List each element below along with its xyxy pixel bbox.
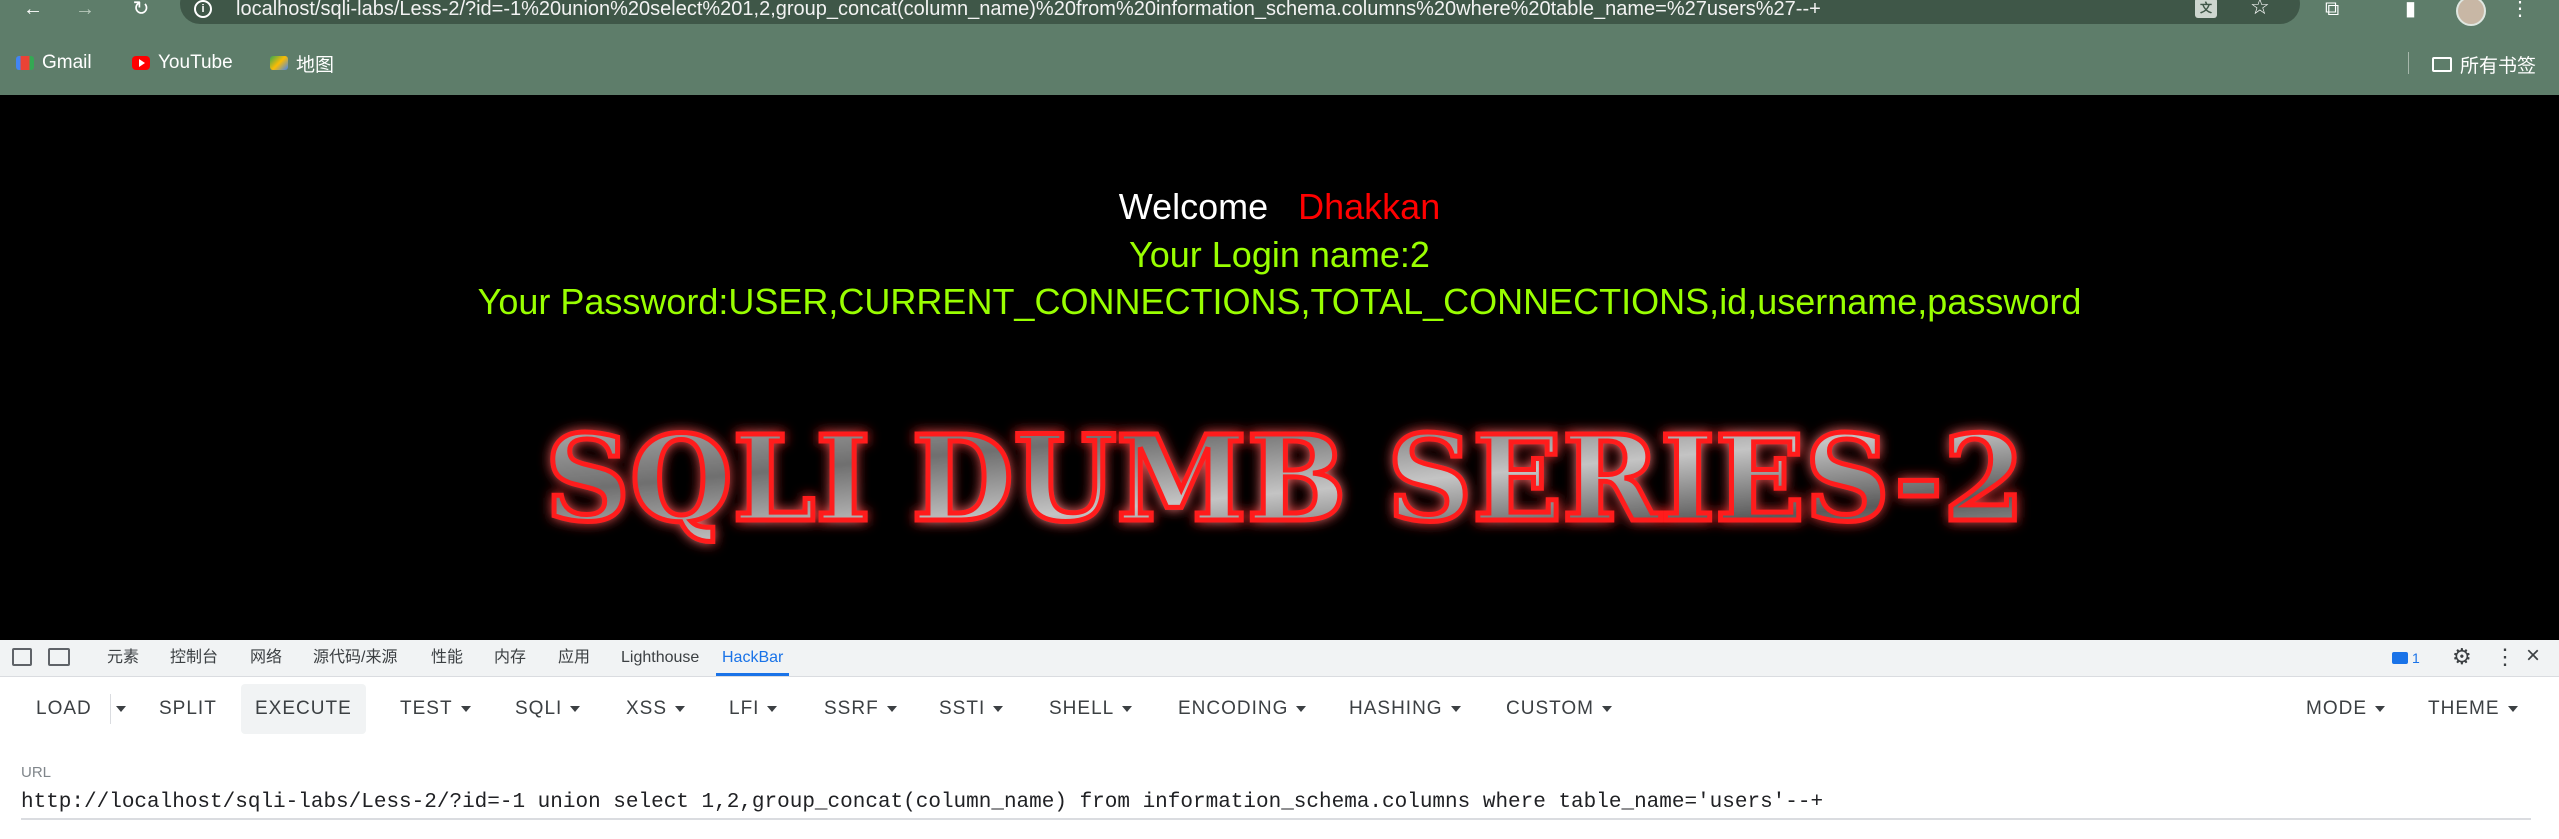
welcome-name: Dhakkan: [1298, 186, 1441, 227]
execute-button[interactable]: EXECUTE: [241, 684, 366, 734]
address-row: ← → ↻ i localhost/sqli-labs/Less-2/?id=-…: [0, 0, 2559, 26]
mode-menu[interactable]: MODE: [2302, 684, 2389, 734]
bookmark-label: 地图: [296, 54, 335, 76]
load-button[interactable]: LOAD: [32, 684, 96, 734]
banner-text: SQLI DUMB SERIES-2: [545, 409, 2025, 548]
extensions-icon[interactable]: ⧉: [2325, 0, 2339, 19]
welcome-label: Welcome: [1118, 186, 1269, 227]
login-name-result: Your Login name:2: [1129, 234, 1430, 275]
password-result: Your Password:USER,CURRENT_CONNECTIONS,T…: [477, 281, 2082, 322]
sqli-dumb-series-banner: SQLI DUMB SERIES-2: [543, 407, 2028, 551]
bookmarks-divider: [2408, 52, 2409, 74]
inspect-element-icon[interactable]: [12, 648, 32, 666]
shell-menu[interactable]: SHELL: [1045, 684, 1136, 734]
tab-performance[interactable]: 性能: [431, 640, 463, 676]
hackbar-toolbar: LOAD SPLIT EXECUTE TEST SQLI XSS LFI SSR…: [0, 684, 2559, 736]
load-dropdown-icon[interactable]: [116, 706, 126, 712]
bookmark-maps[interactable]: 地图: [270, 50, 334, 76]
tab-application[interactable]: 应用: [558, 640, 590, 676]
custom-menu[interactable]: CUSTOM: [1502, 684, 1616, 734]
device-toolbar-icon[interactable]: [48, 648, 70, 666]
devtools-tabbar: 元素 控制台 网络 源代码/来源 性能 内存 应用 Lighthouse Hac…: [0, 640, 2559, 677]
devtools-menu-icon[interactable]: ⋮: [2494, 646, 2516, 668]
translate-icon[interactable]: 文: [2195, 0, 2217, 18]
sqli-menu[interactable]: SQLI: [511, 684, 584, 734]
arrow-right-icon: →: [75, 0, 95, 20]
side-panel-icon[interactable]: ▮: [2405, 0, 2416, 19]
load-divider: [110, 694, 111, 724]
bookmark-gmail[interactable]: Gmail: [16, 50, 92, 76]
tab-elements[interactable]: 元素: [107, 640, 139, 676]
bookmark-label: YouTube: [158, 52, 233, 73]
tab-network[interactable]: 网络: [250, 640, 282, 676]
theme-menu[interactable]: THEME: [2424, 684, 2522, 734]
tab-console[interactable]: 控制台: [170, 640, 218, 676]
site-info-icon[interactable]: i: [194, 0, 212, 18]
profile-avatar[interactable]: [2456, 0, 2486, 26]
bookmark-label: Gmail: [42, 52, 92, 73]
gmail-icon: [16, 56, 34, 70]
all-bookmarks-button[interactable]: 所有书签: [2432, 50, 2536, 78]
tab-lighthouse[interactable]: Lighthouse: [621, 640, 699, 676]
all-bookmarks-label: 所有书签: [2460, 55, 2537, 77]
ssrf-menu[interactable]: SSRF: [820, 684, 901, 734]
welcome-line: Welcome Dhakkan: [0, 185, 2559, 229]
arrow-left-icon: ←: [23, 0, 43, 20]
tab-memory[interactable]: 内存: [494, 640, 526, 676]
address-bar-url[interactable]: localhost/sqli-labs/Less-2/?id=-1%20unio…: [236, 0, 1821, 20]
issues-badge[interactable]: 1: [2392, 649, 2420, 667]
hashing-menu[interactable]: HASHING: [1345, 684, 1465, 734]
tab-hackbar[interactable]: HackBar: [716, 640, 790, 676]
browser-menu-icon[interactable]: ⋮: [2510, 0, 2530, 19]
maps-icon: [270, 56, 288, 70]
folder-icon: [2432, 56, 2452, 72]
ssti-menu[interactable]: SSTI: [935, 684, 1007, 734]
address-bar[interactable]: i localhost/sqli-labs/Less-2/?id=-1%20un…: [180, 0, 2300, 24]
issues-count: 1: [2412, 650, 2420, 666]
test-menu[interactable]: TEST: [396, 684, 475, 734]
forward-button[interactable]: →: [70, 0, 100, 22]
url-label: URL: [21, 764, 52, 781]
split-button[interactable]: SPLIT: [155, 684, 221, 734]
settings-gear-icon[interactable]: ⚙: [2452, 646, 2472, 668]
youtube-icon: [132, 56, 150, 70]
tab-sources[interactable]: 源代码/来源: [313, 640, 397, 676]
bookmarks-bar: Gmail YouTube 地图: [0, 48, 2559, 80]
devtools-panel: 元素 控制台 网络 源代码/来源 性能 内存 应用 Lighthouse Hac…: [0, 640, 2559, 839]
browser-chrome: ← → ↻ i localhost/sqli-labs/Less-2/?id=-…: [0, 0, 2559, 95]
hackbar-url-input[interactable]: http://localhost/sqli-labs/Less-2/?id=-1…: [21, 790, 2531, 820]
close-icon[interactable]: ×: [2526, 644, 2540, 668]
reload-icon: ↻: [132, 0, 150, 20]
issues-icon: [2392, 652, 2408, 664]
page-content: Welcome Dhakkan Your Login name:2 Your Pa…: [0, 95, 2559, 640]
encoding-menu[interactable]: ENCODING: [1174, 684, 1310, 734]
reload-button[interactable]: ↻: [126, 0, 156, 22]
xss-menu[interactable]: XSS: [622, 684, 689, 734]
bookmark-star-icon[interactable]: ☆: [2250, 0, 2270, 18]
lfi-menu[interactable]: LFI: [725, 684, 781, 734]
back-button[interactable]: ←: [18, 0, 48, 22]
bookmark-youtube[interactable]: YouTube: [132, 50, 233, 76]
